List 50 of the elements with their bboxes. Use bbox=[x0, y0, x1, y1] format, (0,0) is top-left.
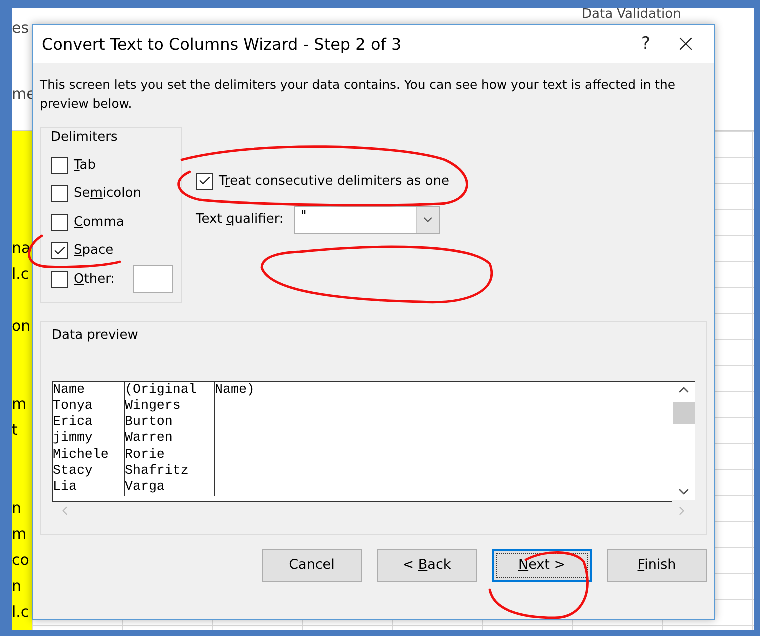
cell-text: co bbox=[12, 551, 30, 569]
checkbox[interactable] bbox=[51, 185, 68, 202]
text-qualifier-dropdown[interactable]: " bbox=[294, 206, 440, 234]
preview-cell: Name) bbox=[215, 382, 255, 396]
preview-cell: (Original bbox=[125, 382, 197, 396]
cell-text: m bbox=[12, 395, 27, 413]
vertical-scrollbar[interactable] bbox=[672, 380, 695, 500]
checkbox[interactable] bbox=[51, 242, 68, 260]
scrollbar-thumb[interactable] bbox=[672, 402, 694, 424]
cell-text: l.c bbox=[12, 265, 30, 283]
preview-cell: jimmy bbox=[53, 430, 93, 446]
checkbox-label: Tab bbox=[74, 158, 96, 173]
checkbox-label: Other: bbox=[74, 272, 116, 287]
preview-cell: Warren bbox=[125, 430, 173, 446]
checkbox[interactable] bbox=[51, 270, 68, 288]
other-delimiter-field[interactable] bbox=[133, 265, 174, 294]
preview-cell: Tonya bbox=[53, 398, 93, 413]
dialog-title: Convert Text to Columns Wizard - Step 2 of 3 bbox=[42, 34, 403, 54]
preview-cell: Varga bbox=[125, 479, 165, 494]
preview-cell: Erica bbox=[53, 414, 93, 430]
checkbox-label: Treat consecutive delimiters as one bbox=[219, 174, 450, 189]
dialog-button[interactable]: Cancel bbox=[262, 548, 362, 582]
checkbox[interactable] bbox=[51, 156, 68, 174]
checkbox-label: Comma bbox=[74, 214, 124, 230]
cell-text: n bbox=[12, 499, 22, 517]
cell-text: m bbox=[12, 525, 27, 543]
preview-cell: Michele bbox=[53, 446, 109, 462]
preview-cell: Name bbox=[53, 382, 85, 396]
checkbox[interactable] bbox=[196, 172, 213, 190]
checkbox[interactable] bbox=[51, 214, 68, 231]
preview-cell: Lia bbox=[53, 479, 77, 494]
preview-cell: Wingers bbox=[125, 398, 181, 413]
field-label: Text qualifier: bbox=[196, 212, 284, 227]
instructions-text: This screen lets you set the delimiters your data contains. You can see how your text is affected in the preview below. bbox=[40, 76, 676, 113]
group-title: Data preview bbox=[52, 328, 138, 342]
help-button[interactable]: ? bbox=[626, 33, 666, 55]
cell-text: t bbox=[12, 421, 18, 439]
preview-cell: Shafritz bbox=[125, 462, 189, 478]
preview-cell: Burton bbox=[125, 414, 173, 430]
checkbox-label: Semicolon bbox=[74, 186, 142, 202]
cell-text: on bbox=[12, 317, 31, 335]
cell-text: l.c bbox=[12, 603, 30, 621]
dialog-button[interactable]: < Back bbox=[377, 548, 477, 582]
cell-text: n bbox=[12, 577, 22, 595]
preview-cell: Rorie bbox=[125, 446, 165, 462]
checkbox-label: Space bbox=[74, 243, 114, 258]
preview-cell: Stacy bbox=[53, 462, 93, 478]
dialog-button[interactable]: Finish bbox=[607, 548, 707, 582]
ribbon-label: es bbox=[12, 20, 30, 36]
ribbon-label: Data Validation bbox=[582, 8, 682, 22]
